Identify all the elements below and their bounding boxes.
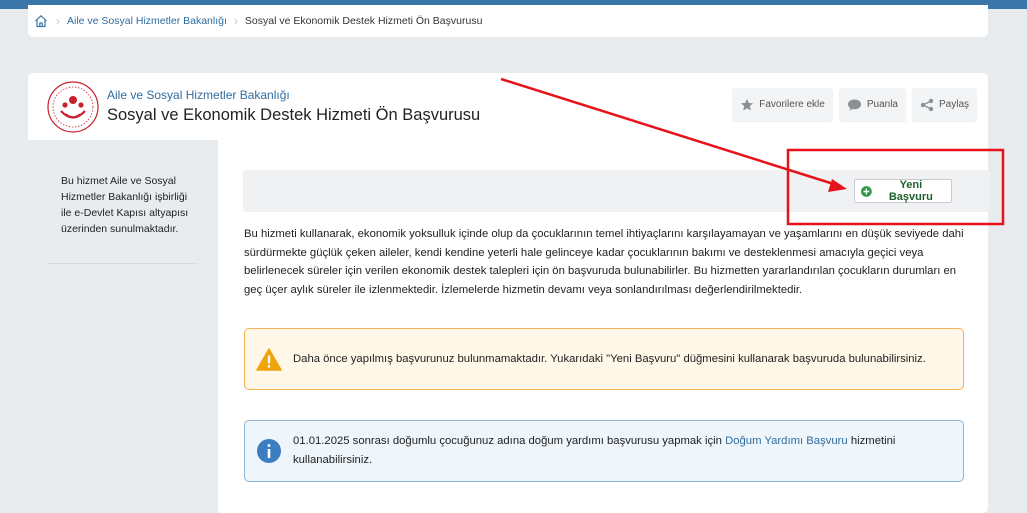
ministry-logo bbox=[47, 81, 99, 133]
home-icon[interactable] bbox=[33, 13, 49, 29]
chevron-right-icon: › bbox=[233, 14, 238, 28]
service-card: Aile ve Sosyal Hizmetler Bakanlığı Sosya… bbox=[28, 73, 990, 513]
action-group: Favorilere ekle Puanla Paylaş bbox=[732, 88, 977, 121]
birth-aid-link[interactable]: Doğum Yardımı Başvuru bbox=[725, 435, 848, 447]
favorite-label: Favorilere ekle bbox=[759, 99, 825, 110]
warning-icon bbox=[245, 347, 293, 371]
sidebar-info-text: Bu hizmet Aile ve Sosyal Hizmetler Bakan… bbox=[61, 175, 189, 235]
share-button[interactable]: Paylaş bbox=[911, 88, 977, 121]
warning-alert: Daha önce yapılmış başvurunuz bulunmamak… bbox=[244, 328, 964, 390]
ministry-name: Aile ve Sosyal Hizmetler Bakanlığı bbox=[107, 88, 290, 102]
favorite-button[interactable]: Favorilere ekle bbox=[732, 88, 833, 121]
service-header: Aile ve Sosyal Hizmetler Bakanlığı Sosya… bbox=[28, 73, 988, 140]
new-application-button[interactable]: Yeni Başvuru bbox=[854, 179, 952, 203]
share-label: Paylaş bbox=[938, 99, 969, 110]
main-content: Yeni Başvuru Bu hizmeti kullanarak, ekon… bbox=[218, 140, 990, 513]
service-description: Bu hizmeti kullanarak, ekonomik yoksullu… bbox=[244, 228, 964, 296]
new-application-label: Yeni Başvuru bbox=[888, 179, 933, 203]
rate-label: Puanla bbox=[866, 99, 898, 110]
star-icon bbox=[741, 98, 754, 110]
share-icon bbox=[920, 98, 934, 111]
toolbar: Yeni Başvuru bbox=[243, 170, 990, 212]
breadcrumb-ministry-link[interactable]: Aile ve Sosyal Hizmetler Bakanlığı bbox=[67, 15, 227, 27]
info-alert: 01.01.2025 sonrası doğumlu çocuğunuz adı… bbox=[244, 420, 964, 482]
rate-button[interactable]: Puanla bbox=[838, 88, 906, 121]
sidebar: Bu hizmet Aile ve Sosyal Hizmetler Bakan… bbox=[28, 140, 218, 513]
chevron-right-icon: › bbox=[56, 14, 60, 28]
info-text: 01.01.2025 sonrası doğumlu çocuğunuz adı… bbox=[293, 432, 963, 470]
breadcrumb: › Aile ve Sosyal Hizmetler Bakanlığı › S… bbox=[28, 5, 988, 37]
warning-text: Daha önce yapılmış başvurunuz bulunmamak… bbox=[293, 352, 926, 365]
info-text-start: 01.01.2025 sonrası doğumlu çocuğunuz adı… bbox=[293, 435, 726, 447]
sidebar-divider bbox=[48, 263, 198, 264]
plus-circle-icon bbox=[861, 185, 872, 197]
page-title: Sosyal ve Ekonomik Destek Hizmeti Ön Baş… bbox=[107, 106, 481, 124]
info-icon bbox=[245, 439, 293, 463]
breadcrumb-current: Sosyal ve Ekonomik Destek Hizmeti Ön Baş… bbox=[244, 15, 483, 27]
chat-bubble-icon bbox=[847, 99, 861, 111]
